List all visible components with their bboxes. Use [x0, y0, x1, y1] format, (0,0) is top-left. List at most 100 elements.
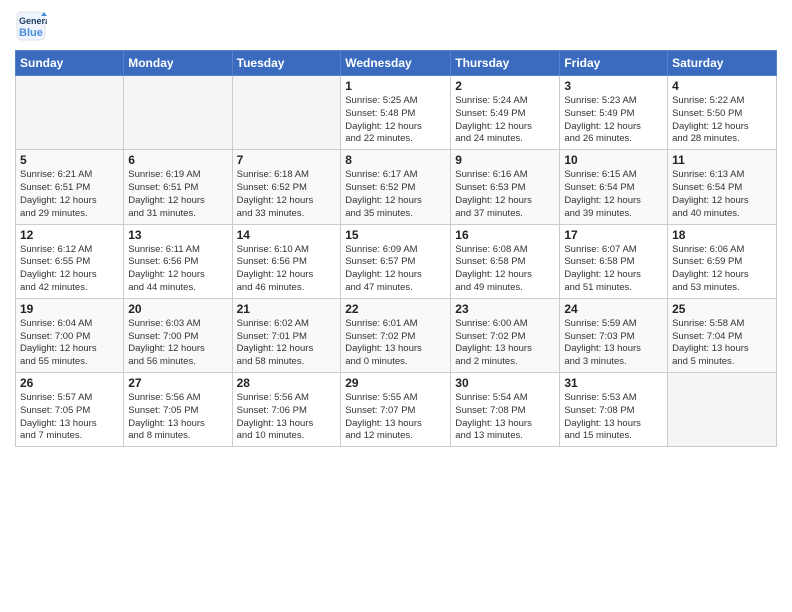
day-number: 9: [455, 153, 555, 167]
calendar-cell: 19 Sunrise: 6:04 AM Sunset: 7:00 PM Dayli…: [16, 298, 124, 372]
day-number: 13: [128, 228, 227, 242]
day-number: 4: [672, 79, 772, 93]
calendar-cell: [16, 76, 124, 150]
day-info: Sunrise: 6:07 AM Sunset: 6:58 PM Dayligh…: [564, 244, 663, 295]
calendar-weekday-wednesday: Wednesday: [341, 51, 451, 76]
day-number: 5: [20, 153, 119, 167]
day-number: 21: [237, 302, 337, 316]
day-info: Sunrise: 6:01 AM Sunset: 7:02 PM Dayligh…: [345, 318, 446, 369]
calendar-cell: 21 Sunrise: 6:02 AM Sunset: 7:01 PM Dayli…: [232, 298, 341, 372]
day-number: 17: [564, 228, 663, 242]
day-info: Sunrise: 5:22 AM Sunset: 5:50 PM Dayligh…: [672, 95, 772, 146]
calendar-cell: 20Sunrise: 6:03 AM Sunset: 7:00 PM Dayli…: [124, 298, 232, 372]
calendar-cell: 25Sunrise: 5:58 AM Sunset: 7:04 PM Dayli…: [668, 298, 777, 372]
calendar-cell: 7 Sunrise: 6:18 AM Sunset: 6:52 PM Daylig…: [232, 150, 341, 224]
day-number: 27: [128, 376, 227, 390]
calendar-cell: 27 Sunrise: 5:56 AM Sunset: 7:05 PM Dayli…: [124, 373, 232, 447]
day-number: 31: [564, 376, 663, 390]
day-number: 8: [345, 153, 446, 167]
day-info: Sunrise: 5:54 AM Sunset: 7:08 PM Dayligh…: [455, 392, 555, 443]
calendar-cell: 24Sunrise: 5:59 AM Sunset: 7:03 PM Dayli…: [560, 298, 668, 372]
day-info: Sunrise: 5:25 AM Sunset: 5:48 PM Dayligh…: [345, 95, 446, 146]
day-number: 23: [455, 302, 555, 316]
day-number: 6: [128, 153, 227, 167]
day-info: Sunrise: 5:57 AM Sunset: 7:05 PM Dayligh…: [20, 392, 119, 443]
day-number: 15: [345, 228, 446, 242]
calendar-cell: 31 Sunrise: 5:53 AM Sunset: 7:08 PM Dayli…: [560, 373, 668, 447]
day-info: Sunrise: 6:11 AM Sunset: 6:56 PM Dayligh…: [128, 244, 227, 295]
day-info: Sunrise: 6:00 AM Sunset: 7:02 PM Dayligh…: [455, 318, 555, 369]
day-number: 18: [672, 228, 772, 242]
day-number: 28: [237, 376, 337, 390]
day-number: 11: [672, 153, 772, 167]
logo: General Blue: [15, 10, 47, 42]
calendar-cell: 17 Sunrise: 6:07 AM Sunset: 6:58 PM Dayli…: [560, 224, 668, 298]
calendar-cell: 10 Sunrise: 6:15 AM Sunset: 6:54 PM Dayli…: [560, 150, 668, 224]
day-number: 29: [345, 376, 446, 390]
calendar-cell: 6 Sunrise: 6:19 AM Sunset: 6:51 PM Daylig…: [124, 150, 232, 224]
svg-text:Blue: Blue: [19, 27, 43, 39]
logo-graphic: General Blue: [15, 10, 47, 42]
day-info: Sunrise: 5:58 AM Sunset: 7:04 PM Dayligh…: [672, 318, 772, 369]
page-container: General Blue SundayMondayTuesdayWednesda…: [0, 0, 792, 612]
calendar-cell: 8Sunrise: 6:17 AM Sunset: 6:52 PM Daylig…: [341, 150, 451, 224]
day-number: 3: [564, 79, 663, 93]
day-info: Sunrise: 6:19 AM Sunset: 6:51 PM Dayligh…: [128, 169, 227, 220]
calendar-cell: 30Sunrise: 5:54 AM Sunset: 7:08 PM Dayli…: [451, 373, 560, 447]
day-info: Sunrise: 6:12 AM Sunset: 6:55 PM Dayligh…: [20, 244, 119, 295]
day-info: Sunrise: 5:53 AM Sunset: 7:08 PM Dayligh…: [564, 392, 663, 443]
day-info: Sunrise: 5:24 AM Sunset: 5:49 PM Dayligh…: [455, 95, 555, 146]
day-info: Sunrise: 6:04 AM Sunset: 7:00 PM Dayligh…: [20, 318, 119, 369]
day-info: Sunrise: 6:06 AM Sunset: 6:59 PM Dayligh…: [672, 244, 772, 295]
calendar-weekday-friday: Friday: [560, 51, 668, 76]
day-info: Sunrise: 6:15 AM Sunset: 6:54 PM Dayligh…: [564, 169, 663, 220]
logo-svg: General Blue: [15, 10, 47, 42]
day-number: 14: [237, 228, 337, 242]
day-number: 22: [345, 302, 446, 316]
day-number: 19: [20, 302, 119, 316]
day-number: 26: [20, 376, 119, 390]
day-info: Sunrise: 6:10 AM Sunset: 6:56 PM Dayligh…: [237, 244, 337, 295]
calendar-weekday-saturday: Saturday: [668, 51, 777, 76]
day-info: Sunrise: 6:21 AM Sunset: 6:51 PM Dayligh…: [20, 169, 119, 220]
calendar-cell: 2Sunrise: 5:24 AM Sunset: 5:49 PM Daylig…: [451, 76, 560, 150]
day-info: Sunrise: 6:18 AM Sunset: 6:52 PM Dayligh…: [237, 169, 337, 220]
calendar-cell: 22 Sunrise: 6:01 AM Sunset: 7:02 PM Dayli…: [341, 298, 451, 372]
calendar-weekday-tuesday: Tuesday: [232, 51, 341, 76]
calendar-weekday-monday: Monday: [124, 51, 232, 76]
day-number: 20: [128, 302, 227, 316]
calendar-weekday-thursday: Thursday: [451, 51, 560, 76]
calendar-week-row: 12 Sunrise: 6:12 AM Sunset: 6:55 PM Dayli…: [16, 224, 777, 298]
day-info: Sunrise: 5:56 AM Sunset: 7:06 PM Dayligh…: [237, 392, 337, 443]
calendar-cell: 13 Sunrise: 6:11 AM Sunset: 6:56 PM Dayli…: [124, 224, 232, 298]
calendar-cell: [232, 76, 341, 150]
calendar-cell: 12 Sunrise: 6:12 AM Sunset: 6:55 PM Dayli…: [16, 224, 124, 298]
calendar-cell: 16Sunrise: 6:08 AM Sunset: 6:58 PM Dayli…: [451, 224, 560, 298]
calendar-week-row: 1 Sunrise: 5:25 AM Sunset: 5:48 PM Daylig…: [16, 76, 777, 150]
svg-text:General: General: [19, 16, 47, 26]
calendar-header-row: SundayMondayTuesdayWednesdayThursdayFrid…: [16, 51, 777, 76]
calendar-cell: 9Sunrise: 6:16 AM Sunset: 6:53 PM Daylig…: [451, 150, 560, 224]
calendar-cell: 14 Sunrise: 6:10 AM Sunset: 6:56 PM Dayli…: [232, 224, 341, 298]
calendar-cell: 28 Sunrise: 5:56 AM Sunset: 7:06 PM Dayli…: [232, 373, 341, 447]
calendar-cell: 1 Sunrise: 5:25 AM Sunset: 5:48 PM Daylig…: [341, 76, 451, 150]
header: General Blue: [15, 10, 777, 42]
day-number: 1: [345, 79, 446, 93]
day-info: Sunrise: 5:55 AM Sunset: 7:07 PM Dayligh…: [345, 392, 446, 443]
day-number: 24: [564, 302, 663, 316]
day-number: 7: [237, 153, 337, 167]
calendar-cell: 23 Sunrise: 6:00 AM Sunset: 7:02 PM Dayli…: [451, 298, 560, 372]
calendar-cell: 5 Sunrise: 6:21 AM Sunset: 6:51 PM Daylig…: [16, 150, 124, 224]
calendar-week-row: 5 Sunrise: 6:21 AM Sunset: 6:51 PM Daylig…: [16, 150, 777, 224]
calendar-cell: 29 Sunrise: 5:55 AM Sunset: 7:07 PM Dayli…: [341, 373, 451, 447]
day-info: Sunrise: 5:56 AM Sunset: 7:05 PM Dayligh…: [128, 392, 227, 443]
calendar-cell: 4 Sunrise: 5:22 AM Sunset: 5:50 PM Daylig…: [668, 76, 777, 150]
calendar-cell: 26 Sunrise: 5:57 AM Sunset: 7:05 PM Dayli…: [16, 373, 124, 447]
calendar-cell: [124, 76, 232, 150]
day-number: 10: [564, 153, 663, 167]
day-info: Sunrise: 6:02 AM Sunset: 7:01 PM Dayligh…: [237, 318, 337, 369]
day-number: 16: [455, 228, 555, 242]
calendar-cell: 15Sunrise: 6:09 AM Sunset: 6:57 PM Dayli…: [341, 224, 451, 298]
calendar-week-row: 26 Sunrise: 5:57 AM Sunset: 7:05 PM Dayli…: [16, 373, 777, 447]
day-number: 12: [20, 228, 119, 242]
